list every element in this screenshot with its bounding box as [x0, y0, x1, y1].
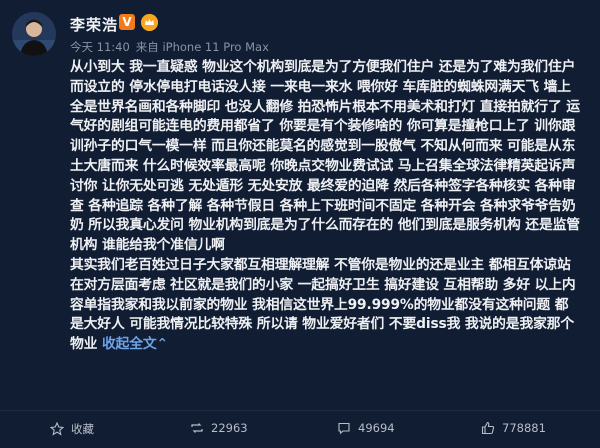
verified-badge-icon: V: [119, 14, 135, 30]
username[interactable]: 李荣浩: [70, 14, 118, 35]
post-text-paragraph: 从小到大 我一直疑惑 物业这个机构到底是为了方便我们住户 还是为了难为我们住户而…: [70, 59, 580, 254]
comment-icon: [338, 422, 350, 435]
post-header: 李荣浩 V 今天 11:40 来自 iPhone 11 Pro Max: [0, 0, 600, 60]
star-icon: [50, 422, 64, 436]
post-meta: 今天 11:40 来自 iPhone 11 Pro Max: [70, 39, 275, 55]
repost-button[interactable]: 22963: [190, 421, 248, 435]
comment-button[interactable]: 49694: [337, 421, 395, 435]
like-button[interactable]: 778881: [481, 421, 546, 435]
avatar[interactable]: [12, 12, 56, 56]
repost-icon: [191, 423, 203, 433]
collapse-link[interactable]: 收起全文⌃: [102, 336, 168, 352]
post-body: 从小到大 我一直疑惑 物业这个机构到底是为了方便我们住户 还是为了难为我们住户而…: [70, 58, 582, 355]
post-source: 来自 iPhone 11 Pro Max: [135, 40, 269, 54]
crown-icon: [141, 14, 158, 31]
avatar-photo: [12, 12, 56, 56]
action-bar: 收藏 22963 49694 778881: [0, 410, 600, 441]
thumbs-up-icon: [481, 421, 495, 435]
chevron-up-icon: ⌃: [156, 336, 169, 353]
post-text-paragraph: 其实我们老百姓过日子大家都互相理解理解 不管你是物业的还是业主 都相互体谅站在对…: [70, 256, 576, 353]
favorite-button[interactable]: 收藏: [50, 421, 94, 437]
post-time: 今天 11:40: [70, 40, 130, 54]
